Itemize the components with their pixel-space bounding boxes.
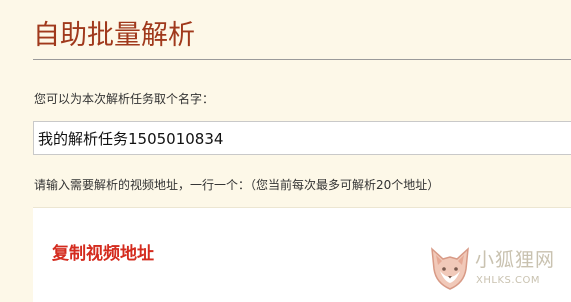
page-title: 自助批量解析 (33, 20, 195, 51)
task-name-input[interactable] (33, 121, 571, 155)
task-name-label: 您可以为本次解析任务取个名字： (34, 92, 215, 106)
video-urls-label: 请输入需要解析的视频地址，一行一个：（您当前每次最多可解析20个地址） (34, 178, 440, 192)
watermark-domain: XHLKS.COM (476, 275, 541, 286)
watermark-site-name: 小狐狸网 (475, 249, 556, 271)
title-divider (33, 59, 571, 60)
site-watermark: 小狐狸网 XHLKS.COM (428, 243, 571, 298)
fox-head-icon (431, 247, 469, 290)
video-urls-content: 复制视频地址 (52, 244, 154, 264)
